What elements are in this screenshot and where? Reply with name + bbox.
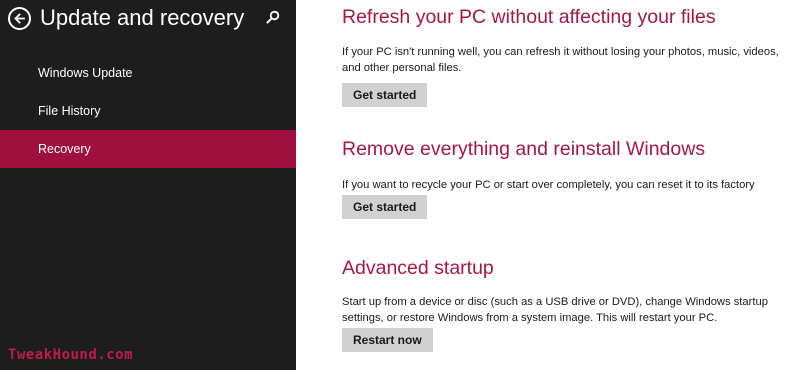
section-description: If your PC isn't running well, you can r… [342, 46, 779, 74]
section-description: Start up from a device or disc (such as … [342, 296, 768, 324]
sidebar-item-file-history[interactable]: File History [0, 92, 296, 130]
sidebar-item-label: Windows Update [38, 66, 133, 80]
section-heading: Remove everything and reinstall Windows [342, 138, 706, 160]
refresh-get-started-button[interactable]: Get started [342, 83, 428, 107]
sidebar-item-recovery[interactable]: Recovery [0, 130, 296, 168]
back-arrow-icon [14, 13, 25, 24]
sidebar-item-label: Recovery [38, 142, 91, 156]
watermark: TweakHound.com [8, 347, 134, 363]
advanced-startup-section: Advanced startup Start up from a device … [342, 257, 800, 352]
page-title: Update and recovery [40, 5, 245, 30]
back-button[interactable] [8, 7, 31, 30]
sidebar: Update and recovery Windows Update File … [0, 0, 296, 370]
section-heading: Advanced startup [342, 257, 494, 279]
restart-now-button[interactable]: Restart now [342, 328, 433, 352]
reset-get-started-button[interactable]: Get started [342, 195, 428, 219]
section-heading: Refresh your PC without affecting your f… [342, 6, 716, 28]
reset-section: Remove everything and reinstall Windows … [342, 138, 800, 219]
search-icon[interactable] [266, 10, 280, 24]
refresh-section: Refresh your PC without affecting your f… [342, 6, 800, 107]
main-content: Refresh your PC without affecting your f… [342, 0, 800, 370]
sidebar-item-label: File History [38, 104, 101, 118]
sidebar-item-windows-update[interactable]: Windows Update [0, 54, 296, 92]
